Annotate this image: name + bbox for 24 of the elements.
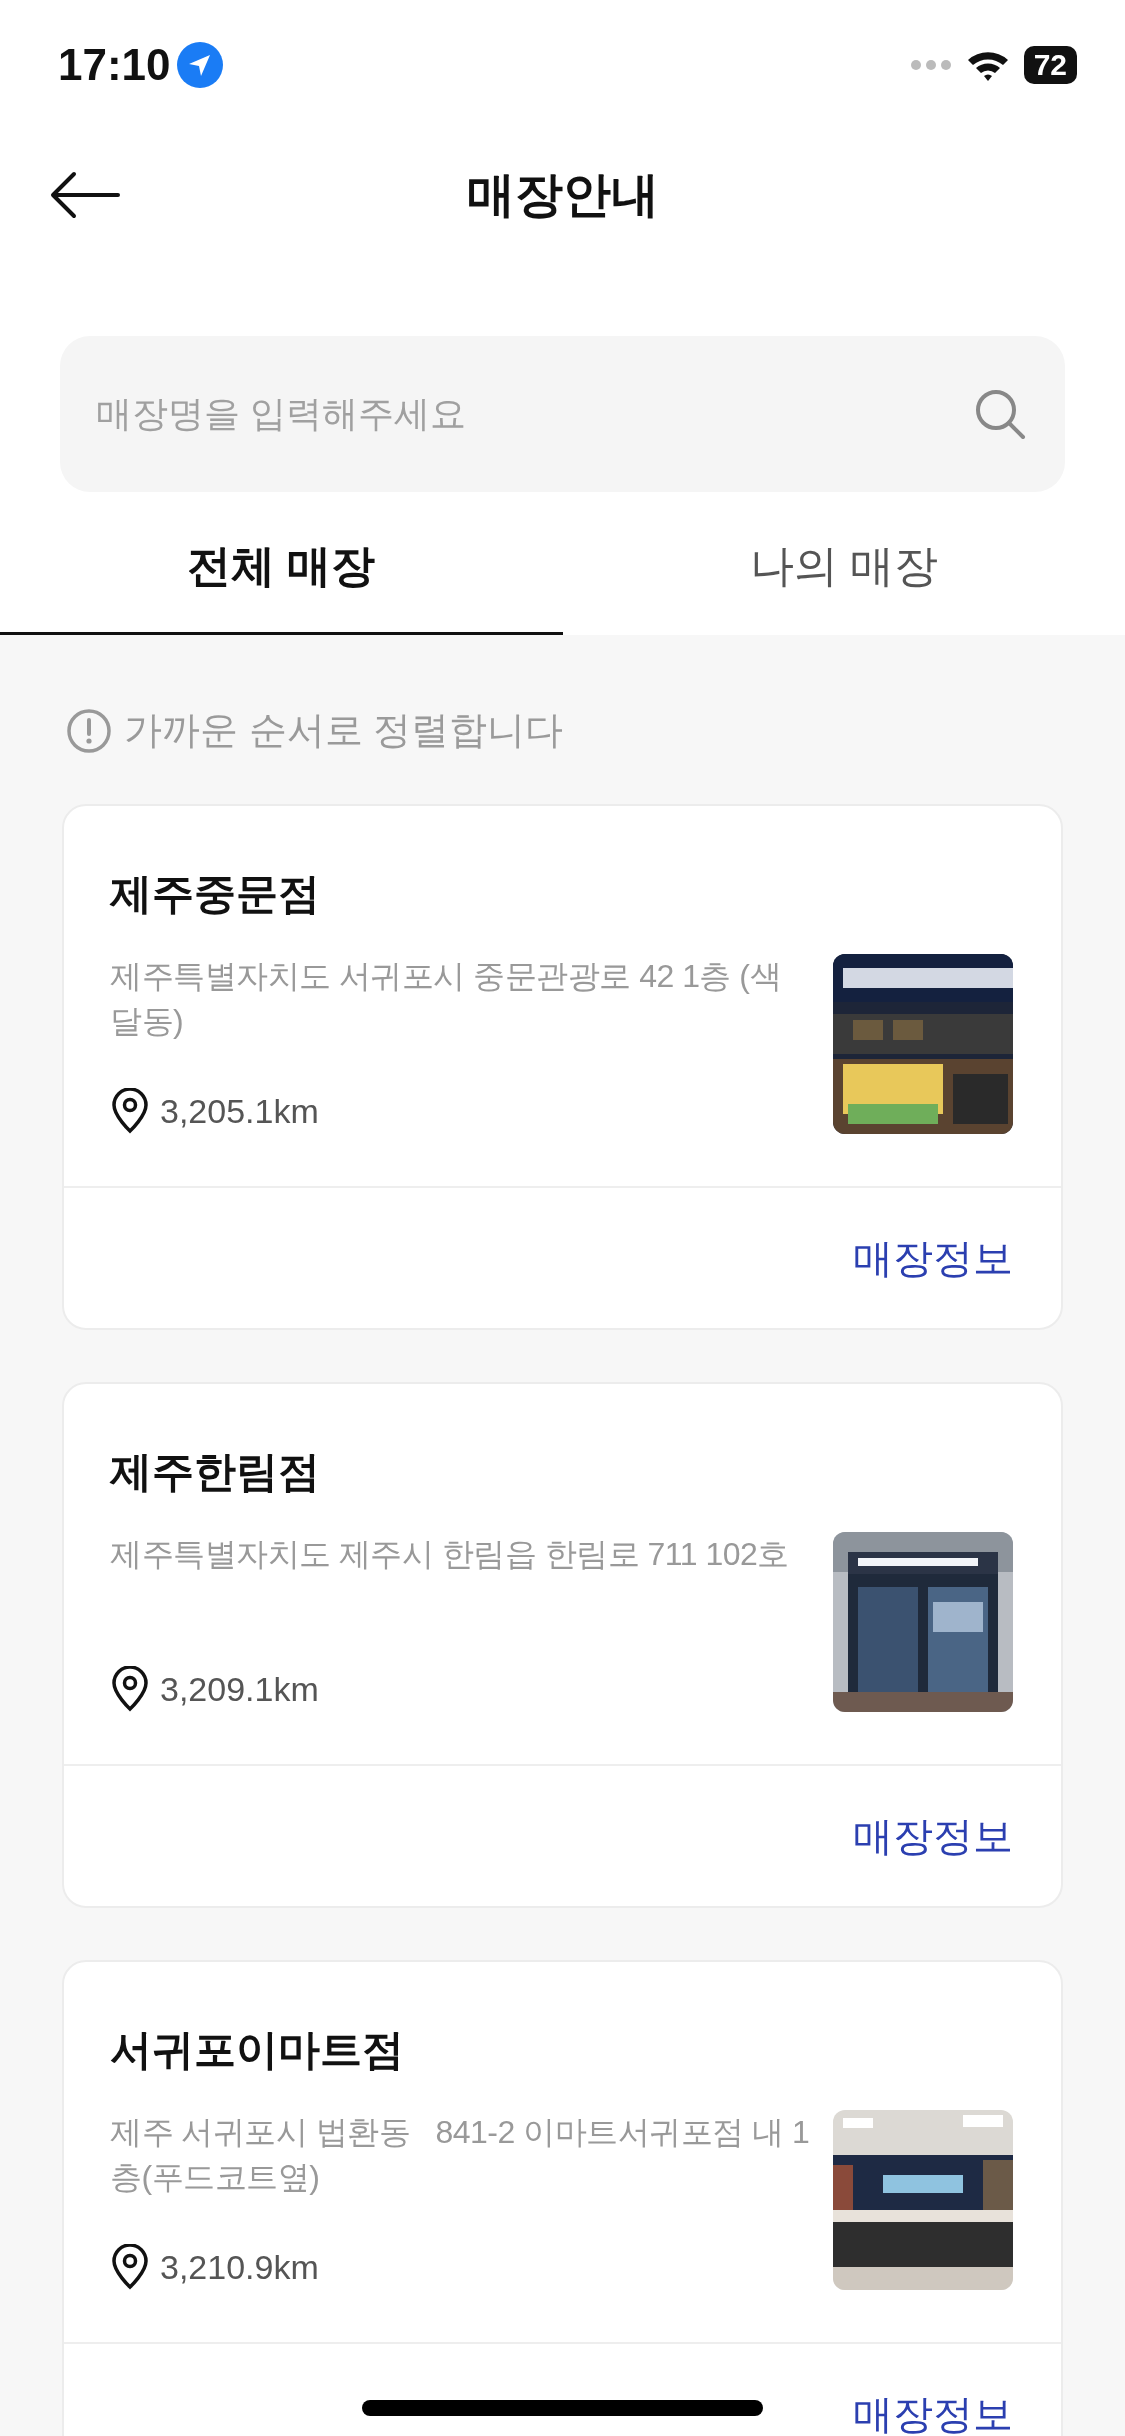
location-pin-icon [110, 1666, 150, 1712]
signal-dots-icon [909, 59, 952, 71]
battery-level: 72 [1023, 46, 1077, 84]
store-distance: 3,209.1km [160, 1669, 319, 1709]
store-info-link[interactable]: 매장정보 [853, 2386, 1013, 2436]
store-distance: 3,210.9km [160, 2247, 319, 2287]
back-arrow-icon[interactable] [50, 170, 120, 220]
store-info-link[interactable]: 매장정보 [853, 1808, 1013, 1864]
search-field[interactable]: 매장명을 입력해주세요 [60, 336, 1065, 492]
location-pin-icon [110, 1088, 150, 1134]
page-title: 매장안내 [466, 167, 659, 223]
location-pin-icon [110, 2244, 150, 2290]
store-name: 서귀포이마트점 [110, 2025, 405, 2075]
info-icon [66, 707, 112, 754]
store-address: 제주 서귀포시 법환동 841-2 이마트서귀포점 내 1층(푸드코트옆) [110, 2113, 810, 2198]
store-name: 제주한림점 [110, 1447, 321, 1497]
store-name: 제주중문점 [110, 869, 321, 919]
store-distance: 3,205.1km [160, 1091, 319, 1131]
store-info-link[interactable]: 매장정보 [853, 1230, 1013, 1286]
store-address: 제주특별자치도 제주시 한림읍 한림로 711 102호 [110, 1535, 790, 1574]
status-time: 17:10 [58, 40, 171, 90]
sort-notice: 가까운 순서로 정렬합니다 [124, 708, 564, 753]
store-address: 제주특별자치도 서귀포시 중문관광로 42 1층 (색달동) [110, 957, 782, 1042]
search-icon[interactable] [973, 387, 1027, 441]
